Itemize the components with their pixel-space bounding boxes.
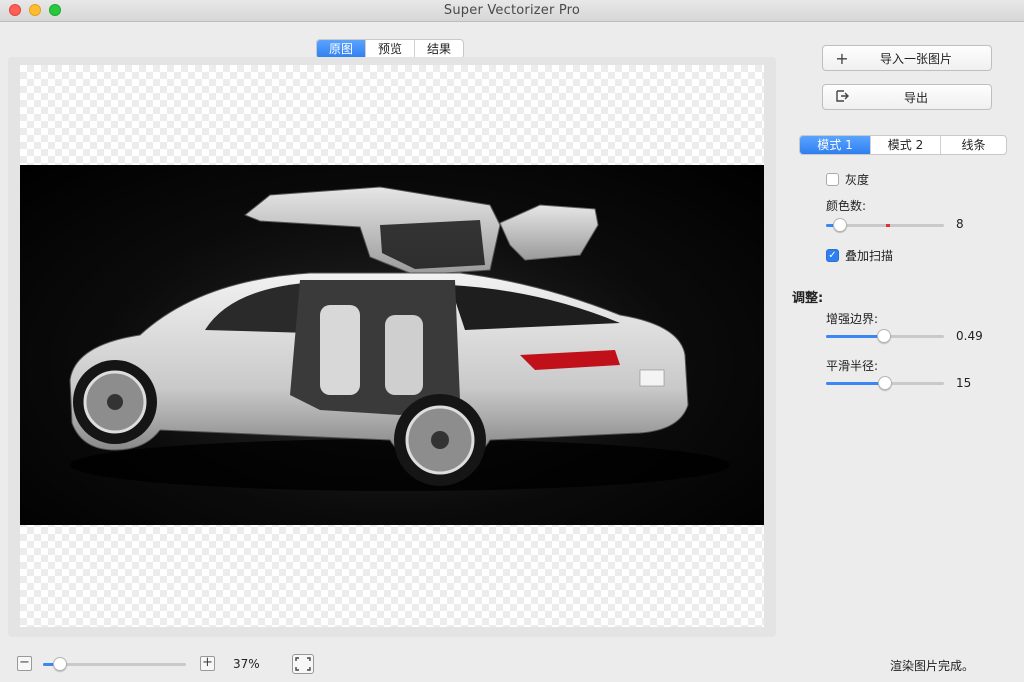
overlay-scan-label: 叠加扫描 — [845, 249, 894, 263]
export-icon — [833, 88, 851, 107]
adjust-heading: 调整: — [792, 291, 824, 306]
smooth-slider[interactable] — [826, 376, 944, 390]
import-image-button[interactable]: + 导入一张图片 — [822, 45, 992, 71]
minus-icon: − — [19, 655, 30, 670]
car-illustration — [40, 186, 760, 525]
slider-fill — [826, 335, 884, 338]
edge-value: 0.49 — [956, 329, 983, 343]
edge-slider[interactable] — [826, 329, 944, 343]
image-canvas[interactable] — [20, 65, 764, 627]
colors-label: 颜色数: — [826, 199, 867, 213]
tab-lines[interactable]: 线条 — [940, 136, 1006, 154]
grayscale-option[interactable]: 灰度 — [826, 171, 869, 188]
tab-original[interactable]: 原图 — [317, 40, 366, 58]
view-tabs: 原图 预览 结果 — [316, 39, 465, 59]
tab-result[interactable]: 结果 — [414, 40, 463, 58]
colors-slider[interactable] — [826, 218, 944, 232]
zoom-in-button[interactable]: + — [200, 656, 215, 671]
plus-icon: + — [202, 655, 213, 670]
tab-mode-1[interactable]: 模式 1 — [800, 136, 870, 154]
smooth-label: 平滑半径: — [826, 359, 879, 373]
zoom-value: 37% — [233, 657, 260, 671]
overlay-scan-checkbox[interactable]: ✓ — [826, 249, 839, 262]
edge-label: 增强边界: — [826, 312, 879, 326]
slider-knob[interactable] — [878, 376, 892, 390]
slider-marker — [886, 224, 890, 227]
smooth-value: 15 — [956, 376, 972, 390]
status-text: 渲染图片完成。 — [889, 659, 974, 673]
canvas-frame — [8, 57, 776, 637]
grayscale-label: 灰度 — [845, 173, 870, 187]
tab-preview[interactable]: 预览 — [365, 40, 414, 58]
export-button[interactable]: 导出 — [822, 84, 992, 110]
plus-icon: + — [835, 48, 849, 68]
fullscreen-icon — [295, 657, 311, 671]
zoom-slider[interactable] — [43, 657, 186, 671]
slider-knob[interactable] — [53, 657, 67, 671]
overlay-scan-option[interactable]: ✓ 叠加扫描 — [826, 247, 893, 264]
title-bar: Super Vectorizer Pro — [0, 0, 1024, 22]
fit-to-window-button[interactable] — [292, 654, 314, 674]
slider-fill — [826, 382, 885, 385]
zoom-out-button[interactable]: − — [17, 656, 32, 671]
window-title: Super Vectorizer Pro — [443, 3, 581, 18]
slider-knob[interactable] — [833, 218, 847, 232]
slider-knob[interactable] — [877, 329, 891, 343]
grayscale-checkbox[interactable] — [826, 173, 839, 186]
tab-mode-2[interactable]: 模式 2 — [870, 136, 940, 154]
colors-value: 8 — [956, 217, 964, 231]
car-photo — [20, 165, 764, 525]
mode-tabs: 模式 1 模式 2 线条 — [799, 135, 1007, 155]
